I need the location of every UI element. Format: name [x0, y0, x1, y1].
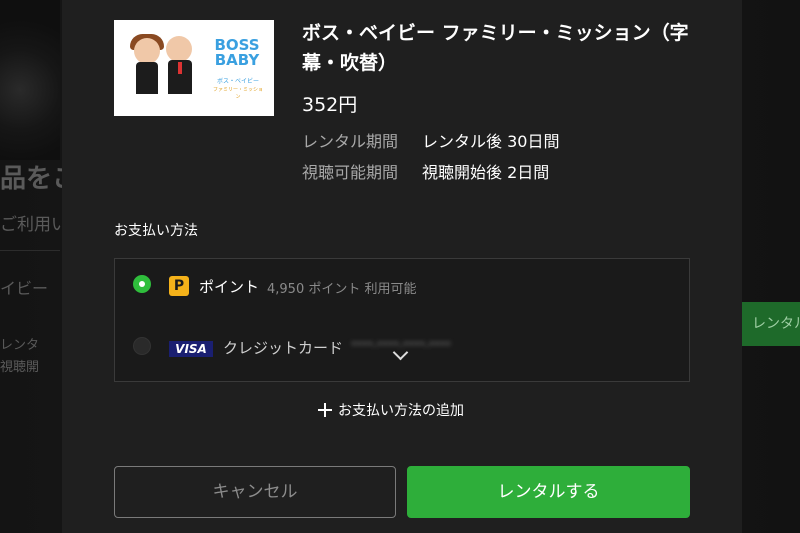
plus-icon [318, 403, 332, 417]
thumbnail-character [136, 62, 158, 94]
points-radio[interactable] [133, 275, 151, 293]
rental-period-value: レンタル後 30日間 [422, 132, 560, 151]
movie-logo-subtitle-2: ファミリー・ミッション [212, 87, 263, 100]
background-poster [0, 0, 60, 160]
rental-price: 352円 [302, 94, 358, 116]
movie-logo-subtitle: ボス・ベイビー [216, 78, 259, 85]
add-payment-method-label: お支払い方法の追加 [338, 403, 464, 419]
points-available: 4,950 ポイント 利用可能 [267, 282, 417, 297]
background-divider [0, 250, 60, 251]
rent-button[interactable]: レンタルする [407, 466, 690, 518]
credit-card-option-label[interactable]: クレジットカード [223, 337, 343, 358]
background-meta-label: レンタ [0, 338, 40, 353]
viewing-period-value: 視聴開始後 2日間 [422, 163, 550, 182]
movie-thumbnail: BOSS BABY ボス・ベイビー ファミリー・ミッション [114, 20, 274, 116]
points-option-label[interactable]: ポイント [199, 276, 259, 297]
background-title: イビー [0, 279, 49, 298]
thumbnail-character [134, 38, 160, 64]
payment-options: P ポイント 4,950 ポイント 利用可能 VISA クレジットカード ***… [114, 258, 690, 382]
add-payment-method-link[interactable]: お支払い方法の追加 [318, 399, 464, 421]
movie-title: ボス・ベイビー ファミリー・ミッション（字幕・吹替） [302, 22, 689, 74]
viewing-period-label: 視聴可能期間 [302, 163, 399, 182]
background-text: ご利用い [0, 215, 68, 235]
points-icon: P [169, 276, 189, 296]
background-rent-button: レンタル [742, 302, 800, 346]
visa-card-icon: VISA [169, 341, 213, 357]
thumbnail-character [178, 62, 182, 74]
cancel-button[interactable]: キャンセル [114, 466, 396, 518]
payment-method-heading: お支払い方法 [114, 223, 198, 239]
rental-period-label: レンタル期間 [302, 132, 399, 151]
credit-card-radio[interactable] [133, 337, 151, 355]
thumbnail-character [166, 36, 192, 62]
rental-dialog: BOSS BABY ボス・ベイビー ファミリー・ミッション ボス・ベイビー ファ… [62, 0, 742, 533]
movie-logo: BOSS BABY [214, 36, 260, 69]
background-meta-label-2: 視聴開 [0, 360, 40, 375]
